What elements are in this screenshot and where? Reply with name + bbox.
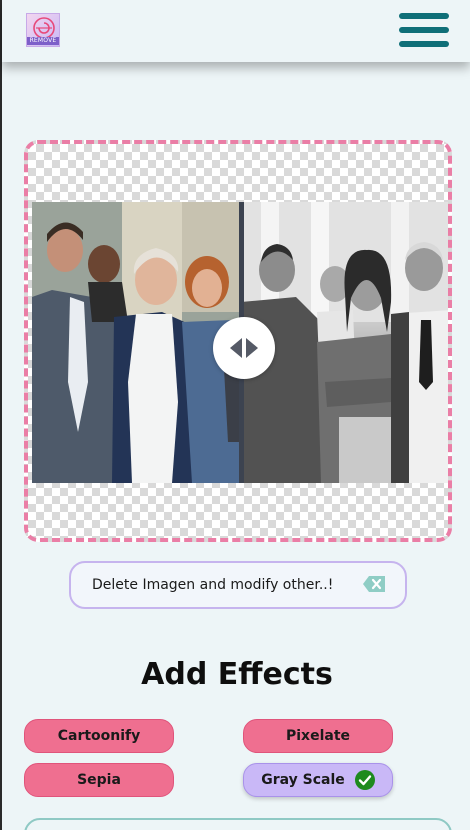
app-logo[interactable]: REMOVE [26,13,60,47]
before-after-image [32,202,448,483]
cartoonify-button[interactable]: Cartoonify [24,719,174,753]
image-preview-dropzone[interactable] [24,140,452,542]
delete-image-banner[interactable]: Delete Imagen and modify other..! [69,561,407,609]
cartoonify-label: Cartoonify [57,728,141,744]
backspace-x-icon[interactable] [362,575,386,593]
check-circle-icon [354,770,375,790]
logo-text: REMOVE [27,37,59,45]
top-header: REMOVE [2,0,470,62]
effects-heading: Add Effects [141,657,333,692]
sepia-label: Sepia [77,772,121,788]
grayscale-button[interactable]: Gray Scale [243,763,393,797]
pixelate-button[interactable]: Pixelate [243,719,393,753]
delete-image-text: Delete Imagen and modify other..! [92,577,334,593]
sepia-button[interactable]: Sepia [24,763,174,797]
grayscale-label: Gray Scale [261,772,345,788]
compare-arrows-icon[interactable] [213,317,275,379]
original-color-image [32,202,241,483]
pixelate-label: Pixelate [285,728,351,744]
bottom-card [24,818,452,830]
hamburger-menu-icon[interactable] [399,13,451,49]
